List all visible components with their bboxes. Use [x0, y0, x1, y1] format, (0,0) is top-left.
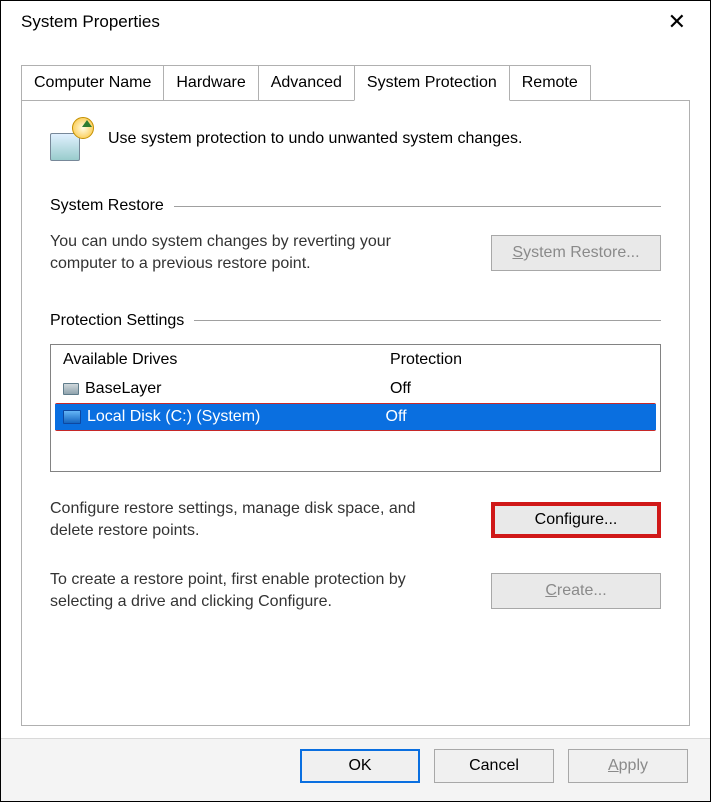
col-header-drives: Available Drives: [51, 351, 386, 369]
apply-button[interactable]: Apply: [568, 749, 688, 783]
intro-row: Use system protection to undo unwanted s…: [50, 117, 661, 161]
drives-list[interactable]: Available Drives Protection BaseLayer Of…: [50, 344, 661, 472]
close-button[interactable]: ✕: [660, 9, 694, 35]
ok-button[interactable]: OK: [300, 749, 420, 783]
tab-advanced[interactable]: Advanced: [258, 65, 355, 101]
system-restore-legend-text: System Restore: [50, 197, 164, 215]
configure-hint: Configure restore settings, manage disk …: [50, 498, 440, 543]
col-header-protection: Protection: [386, 351, 660, 369]
window-title: System Properties: [21, 12, 160, 32]
drive-protection: Off: [386, 380, 660, 398]
system-properties-window: System Properties ✕ Computer Name Hardwa…: [0, 0, 711, 802]
divider: [194, 320, 661, 321]
tab-computer-name[interactable]: Computer Name: [21, 65, 164, 101]
drive-protection: Off: [386, 408, 656, 426]
drive-row-selected[interactable]: Local Disk (C:) (System) Off: [55, 403, 656, 431]
tab-panel-system-protection: Use system protection to undo unwanted s…: [21, 100, 690, 726]
drive-icon: [63, 410, 81, 424]
drive-row[interactable]: BaseLayer Off: [51, 375, 660, 403]
protection-settings-legend-text: Protection Settings: [50, 312, 184, 330]
drive-name: BaseLayer: [85, 380, 162, 398]
drives-spacer: [51, 431, 660, 471]
intro-text: Use system protection to undo unwanted s…: [108, 130, 522, 148]
tab-remote[interactable]: Remote: [509, 65, 591, 101]
tab-strip: Computer Name Hardware Advanced System P…: [21, 65, 690, 101]
system-restore-button[interactable]: System Restore...: [491, 235, 661, 271]
divider: [174, 206, 661, 207]
configure-row: Configure restore settings, manage disk …: [50, 498, 661, 543]
cancel-button[interactable]: Cancel: [434, 749, 554, 783]
drives-header: Available Drives Protection: [51, 345, 660, 375]
protection-settings-legend: Protection Settings: [50, 312, 661, 330]
configure-button[interactable]: Configure...: [491, 502, 661, 538]
create-hint: To create a restore point, first enable …: [50, 569, 440, 614]
drive-name: Local Disk (C:) (System): [87, 408, 260, 426]
tab-system-protection[interactable]: System Protection: [354, 65, 510, 101]
system-restore-text: You can undo system changes by reverting…: [50, 231, 400, 276]
create-button[interactable]: Create...: [491, 573, 661, 609]
system-protection-icon: [50, 117, 94, 161]
drive-icon: [63, 383, 79, 395]
tab-hardware[interactable]: Hardware: [163, 65, 258, 101]
system-restore-row: You can undo system changes by reverting…: [50, 231, 661, 276]
titlebar: System Properties ✕: [1, 1, 710, 47]
dialog-footer: OK Cancel Apply: [1, 738, 710, 801]
create-row: To create a restore point, first enable …: [50, 569, 661, 614]
system-restore-legend: System Restore: [50, 197, 661, 215]
